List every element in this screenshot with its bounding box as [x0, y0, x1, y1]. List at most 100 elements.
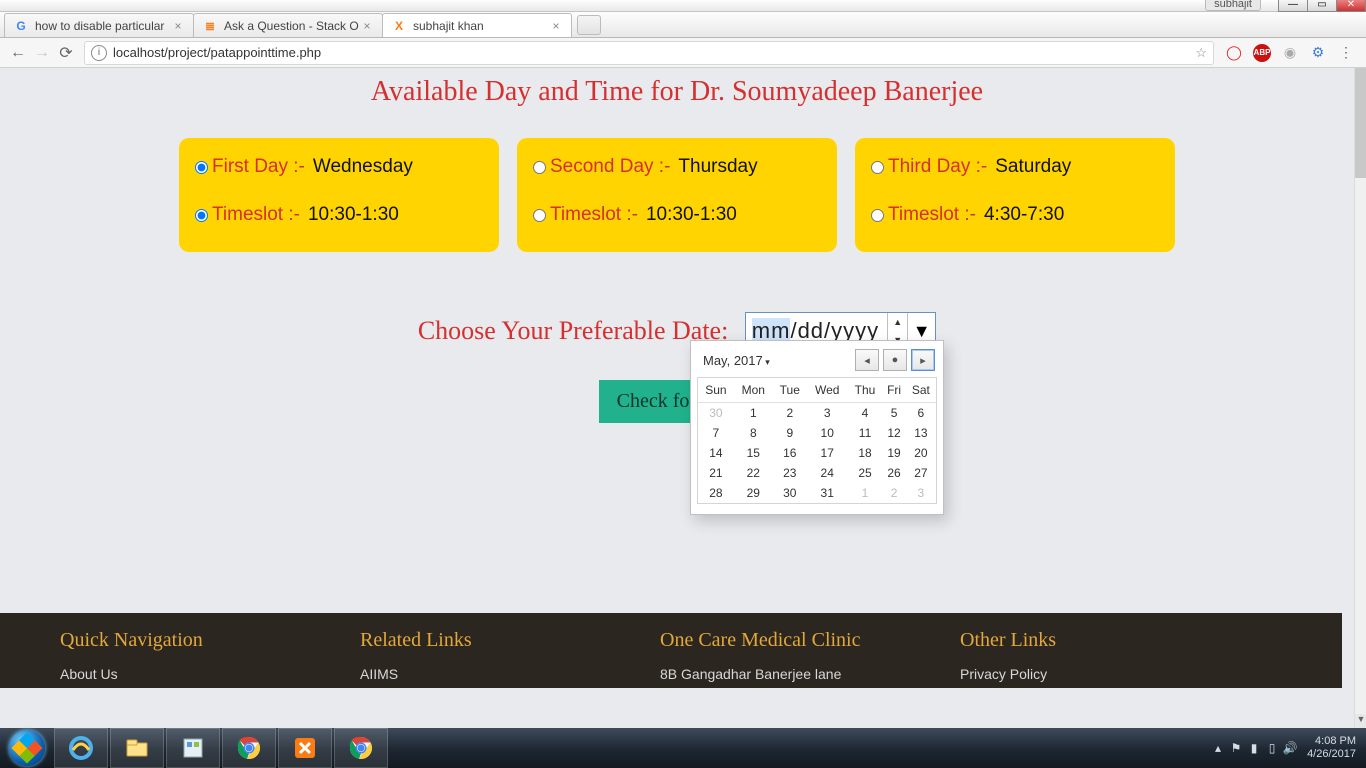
day-value: Saturday: [995, 156, 1071, 178]
bookmark-star-icon[interactable]: ☆: [1195, 45, 1207, 61]
chrome-menu-button[interactable]: ⋮: [1335, 42, 1357, 64]
calendar-dow-header: Mon: [734, 378, 773, 403]
calendar-grid: SunMonTueWedThuFriSat 301234567891011121…: [698, 378, 936, 503]
calendar-day[interactable]: 21: [698, 463, 734, 483]
calendar-day[interactable]: 8: [734, 423, 773, 443]
url-text: localhost/project/patappointtime.php: [113, 45, 321, 60]
abp-extension-icon[interactable]: ABP: [1251, 42, 1273, 64]
tab-label: Ask a Question - Stack O: [224, 19, 360, 33]
forward-button[interactable]: →: [30, 41, 54, 65]
taskbar-xampp-button[interactable]: [278, 728, 332, 768]
taskbar-explorer-button[interactable]: [110, 728, 164, 768]
calendar-day[interactable]: 28: [698, 483, 734, 503]
tray-battery-icon[interactable]: ▯: [1263, 741, 1281, 755]
calendar-day[interactable]: 7: [698, 423, 734, 443]
calendar-day[interactable]: 2: [773, 403, 807, 424]
address-bar[interactable]: i localhost/project/patappointtime.php ☆: [84, 41, 1214, 65]
scrollbar-down-icon[interactable]: ▼: [1355, 714, 1366, 728]
calendar-day[interactable]: 12: [882, 423, 905, 443]
calendar-day[interactable]: 17: [807, 443, 848, 463]
day-radio[interactable]: [533, 161, 546, 174]
footer-link[interactable]: Privacy Policy: [960, 666, 1260, 682]
window-maximize-button[interactable]: ▭: [1307, 0, 1337, 12]
browser-tab[interactable]: Xsubhajit khan×: [382, 13, 572, 37]
calendar-day[interactable]: 14: [698, 443, 734, 463]
timeslot-radio[interactable]: [871, 209, 884, 222]
taskbar-chrome-button-2[interactable]: [334, 728, 388, 768]
footer-link[interactable]: AIIMS: [360, 666, 660, 682]
reload-button[interactable]: ⟳: [54, 41, 78, 65]
calendar-day[interactable]: 10: [807, 423, 848, 443]
calendar-day[interactable]: 25: [848, 463, 883, 483]
windows-taskbar: ▴ ⚑ ▮ ▯ 🔊 4:08 PM 4/26/2017: [0, 728, 1366, 768]
opera-extension-icon[interactable]: ◯: [1223, 42, 1245, 64]
extension-icon[interactable]: ◉: [1279, 42, 1301, 64]
browser-tab[interactable]: ≣ Ask a Question - Stack O×: [193, 13, 383, 37]
calendar-dow-header: Sat: [906, 378, 936, 403]
calendar-day[interactable]: 31: [807, 483, 848, 503]
window-minimize-button[interactable]: —: [1278, 0, 1308, 12]
calendar-day[interactable]: 30: [773, 483, 807, 503]
tray-network-icon[interactable]: ▮: [1245, 741, 1263, 755]
calendar-day[interactable]: 1: [734, 403, 773, 424]
calendar-day: 30: [698, 403, 734, 424]
calendar-day[interactable]: 15: [734, 443, 773, 463]
calendar-day[interactable]: 19: [882, 443, 905, 463]
taskbar-chrome-button[interactable]: [222, 728, 276, 768]
footer-link[interactable]: About Us: [60, 666, 360, 682]
timeslot-radio[interactable]: [195, 209, 208, 222]
user-badge[interactable]: subhajit: [1205, 0, 1261, 11]
calendar-day[interactable]: 4: [848, 403, 883, 424]
browser-tab[interactable]: Ghow to disable particular×: [4, 13, 194, 37]
day-value: Thursday: [678, 156, 757, 178]
spinner-up-icon[interactable]: ▲: [888, 313, 907, 331]
calendar-day[interactable]: 26: [882, 463, 905, 483]
tab-close-icon[interactable]: ×: [360, 19, 374, 33]
calendar-day: 1: [848, 483, 883, 503]
tab-favicon: X: [391, 18, 407, 34]
footer-column: One Care Medical Clinic8B Gangadhar Bane…: [660, 629, 960, 688]
footer-link[interactable]: 8B Gangadhar Banerjee lane: [660, 666, 960, 682]
tab-favicon: ≣: [202, 18, 218, 34]
day-card: First Day :-WednesdayTimeslot :-10:30-1:…: [179, 138, 499, 252]
calendar-day[interactable]: 11: [848, 423, 883, 443]
calendar-day[interactable]: 29: [734, 483, 773, 503]
settings-gear-icon[interactable]: ⚙: [1307, 42, 1329, 64]
calendar-day[interactable]: 22: [734, 463, 773, 483]
calendar-day[interactable]: 3: [807, 403, 848, 424]
calendar-day[interactable]: 16: [773, 443, 807, 463]
calendar-day[interactable]: 27: [906, 463, 936, 483]
calendar-day[interactable]: 18: [848, 443, 883, 463]
tray-volume-icon[interactable]: 🔊: [1281, 741, 1299, 755]
calendar-next-button[interactable]: ▸: [911, 349, 935, 371]
tab-close-icon[interactable]: ×: [549, 19, 563, 33]
tab-close-icon[interactable]: ×: [171, 19, 185, 33]
day-radio[interactable]: [871, 161, 884, 174]
calendar-day[interactable]: 5: [882, 403, 905, 424]
tray-flag-icon[interactable]: ⚑: [1227, 741, 1245, 755]
taskbar-app-button[interactable]: [166, 728, 220, 768]
tray-show-hidden-icon[interactable]: ▴: [1209, 741, 1227, 755]
calendar-day[interactable]: 13: [906, 423, 936, 443]
calendar-day[interactable]: 20: [906, 443, 936, 463]
calendar-prev-button[interactable]: ◂: [855, 349, 879, 371]
calendar-day[interactable]: 6: [906, 403, 936, 424]
site-info-icon[interactable]: i: [91, 45, 107, 61]
calendar-day[interactable]: 24: [807, 463, 848, 483]
scrollbar-thumb[interactable]: [1355, 68, 1366, 178]
new-tab-button[interactable]: [577, 15, 601, 35]
calendar-day[interactable]: 23: [773, 463, 807, 483]
calendar-day[interactable]: 9: [773, 423, 807, 443]
vertical-scrollbar[interactable]: ▼: [1354, 68, 1366, 728]
day-radio[interactable]: [195, 161, 208, 174]
start-button[interactable]: [0, 728, 54, 768]
taskbar-ie-button[interactable]: [54, 728, 108, 768]
calendar-month-select[interactable]: May, 2017: [703, 353, 770, 368]
calendar-day: 3: [906, 483, 936, 503]
window-close-button[interactable]: ✕: [1336, 0, 1366, 12]
tray-clock[interactable]: 4:08 PM 4/26/2017: [1307, 735, 1356, 761]
day-card: Second Day :-ThursdayTimeslot :-10:30-1:…: [517, 138, 837, 252]
calendar-today-button[interactable]: ●: [883, 349, 907, 371]
back-button[interactable]: ←: [6, 41, 30, 65]
timeslot-radio[interactable]: [533, 209, 546, 222]
